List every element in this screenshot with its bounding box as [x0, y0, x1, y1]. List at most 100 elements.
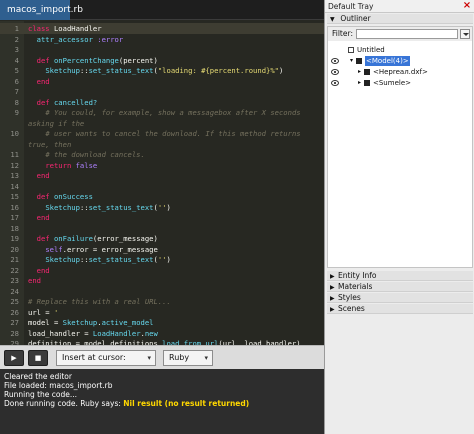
line-number: 15 — [10, 192, 19, 201]
code-text: load_handler = LoadHandler.new — [28, 328, 158, 338]
line-number: 6 — [14, 76, 19, 86]
component-icon — [364, 69, 370, 75]
triangle-down-icon: ▼ — [330, 16, 335, 23]
code-text: def cancelled? — [36, 97, 98, 107]
code-line: 9 # You could, for example, show a messa… — [0, 107, 324, 118]
code-text: end — [36, 76, 50, 86]
console-toolbar: ▶ ■ Insert at cursor: ▾ Ruby ▾ — [0, 345, 324, 369]
output-line-result: Done running code. Ruby says: Nil result… — [4, 399, 320, 408]
code-line: 7 — [0, 86, 324, 97]
outliner-item-label: Untitled — [357, 46, 385, 54]
panel-label: Entity Info — [338, 271, 377, 280]
code-line: 27 model = Sketchup.active_model — [0, 317, 324, 328]
outliner-item[interactable]: Untitled — [328, 45, 472, 55]
chevron-down-icon: ▾ — [204, 354, 208, 362]
code-text: asking if the — [28, 118, 85, 128]
line-number: 17 — [10, 213, 19, 222]
nil-result-text: Nil result (no result returned) — [123, 399, 250, 408]
panel-styles[interactable]: ▶ Styles — [327, 293, 473, 303]
line-number: 19 — [10, 234, 19, 243]
component-icon — [364, 80, 370, 86]
code-line: 15 def onSuccess — [0, 191, 324, 202]
line-number: 1 — [14, 24, 19, 33]
code-text: class LoadHandler — [28, 24, 102, 33]
panel-label: Materials — [338, 282, 373, 291]
line-number: 4 — [14, 55, 19, 65]
filter-row: Filter: — [328, 27, 472, 41]
line-number: 10 — [10, 129, 19, 138]
outliner-item[interactable]: ▾ <Model(4)> — [328, 56, 472, 66]
line-number: 13 — [10, 171, 19, 180]
code-line: 23 end — [0, 275, 324, 286]
code-line: 3 — [0, 44, 324, 55]
code-text: end — [36, 265, 50, 275]
code-line: 29 definition = model.definitions.load_fr… — [0, 338, 324, 345]
code-line: 17 end — [0, 212, 324, 223]
filter-label: Filter: — [332, 29, 353, 38]
code-line: 16 Sketchup::set_status_text('') — [0, 202, 324, 213]
expand-down-icon[interactable]: ▾ — [348, 56, 355, 66]
code-line: 22 end — [0, 265, 324, 276]
triangle-right-icon: ▶ — [330, 295, 335, 302]
outliner-item[interactable]: ▸ <Sumele> — [328, 78, 472, 88]
code-line: 8 def cancelled? — [0, 97, 324, 108]
line-number: 9 — [14, 108, 19, 117]
outliner-header[interactable]: ▼ Outliner — [327, 14, 473, 24]
line-number: 22 — [10, 265, 19, 275]
code-text: true, then — [28, 139, 72, 149]
stop-button[interactable]: ■ — [28, 350, 48, 366]
code-text: # You could, for example, show a message… — [45, 108, 301, 117]
code-line: 12 return false — [0, 160, 324, 171]
panel-label: Scenes — [338, 304, 365, 313]
outliner-title: Outliner — [340, 14, 371, 23]
code-line: 26 url = ' — [0, 307, 324, 318]
language-label: Ruby — [169, 353, 190, 362]
run-button[interactable]: ▶ — [4, 350, 24, 366]
line-number: 18 — [10, 223, 19, 233]
line-number: 27 — [10, 318, 19, 327]
line-number: 21 — [10, 255, 19, 264]
code-text: end — [28, 276, 41, 285]
code-text: # user wants to cancel the download. If … — [45, 129, 301, 138]
details-menu-icon[interactable] — [460, 29, 470, 39]
filter-input[interactable] — [356, 29, 458, 39]
code-editor[interactable]: 1 class LoadHandler 2 attr_accessor :error… — [0, 21, 324, 345]
panel-materials[interactable]: ▶ Materials — [327, 282, 473, 292]
eye-icon[interactable] — [331, 80, 339, 86]
eye-icon[interactable] — [331, 69, 339, 75]
line-number: 24 — [10, 286, 19, 296]
default-tray: Default Tray × ▼ Outliner Filter: Untitl… — [324, 0, 474, 434]
insert-at-cursor-dropdown[interactable]: Insert at cursor: ▾ — [56, 350, 156, 366]
language-dropdown[interactable]: Ruby ▾ — [163, 350, 213, 366]
editor-tab-bar: macos_import.rb — [0, 0, 324, 20]
line-number: 7 — [14, 87, 19, 96]
expand-right-icon[interactable]: ▸ — [356, 78, 363, 88]
panel-entity-info[interactable]: ▶ Entity Info — [327, 271, 473, 281]
tray-title-bar: Default Tray × — [325, 0, 474, 13]
expand-right-icon[interactable]: ▸ — [356, 67, 363, 77]
code-text: attr_accessor :error — [36, 34, 124, 44]
code-line: 10 # user wants to cancel the download. … — [0, 128, 324, 139]
code-line: 28 load_handler = LoadHandler.new — [0, 328, 324, 339]
line-number: 14 — [10, 181, 19, 191]
ruby-console-window: macos_import.rb 1 class LoadHandler 2 attr… — [0, 0, 324, 434]
outliner-item[interactable]: ▸ <Неpreал.dxf> — [328, 67, 472, 77]
file-tab[interactable]: macos_import.rb — [0, 0, 83, 20]
code-text: Sketchup::set_status_text("loading: #{pe… — [45, 66, 284, 75]
code-line: 5 Sketchup::set_status_text("loading: #{… — [0, 65, 324, 76]
code-line: 14 — [0, 181, 324, 192]
line-number: 26 — [10, 307, 19, 317]
outliner-item-label: <Model(4)> — [365, 56, 410, 66]
code-text: Sketchup::set_status_text('') — [45, 202, 171, 212]
line-number: 25 — [10, 297, 19, 306]
code-line: 6 end — [0, 76, 324, 87]
code-line: 25 # Replace this with a real URL... — [0, 296, 324, 307]
code-text: model = Sketchup.active_model — [28, 318, 154, 327]
output-line: Running the code... — [4, 390, 78, 399]
code-text: def onSuccess — [36, 192, 93, 201]
outliner-item-label: <Sumele> — [373, 79, 411, 87]
panel-scenes[interactable]: ▶ Scenes — [327, 304, 473, 314]
close-icon[interactable]: × — [462, 0, 472, 13]
eye-icon[interactable] — [331, 58, 339, 64]
code-line: 24 — [0, 286, 324, 297]
